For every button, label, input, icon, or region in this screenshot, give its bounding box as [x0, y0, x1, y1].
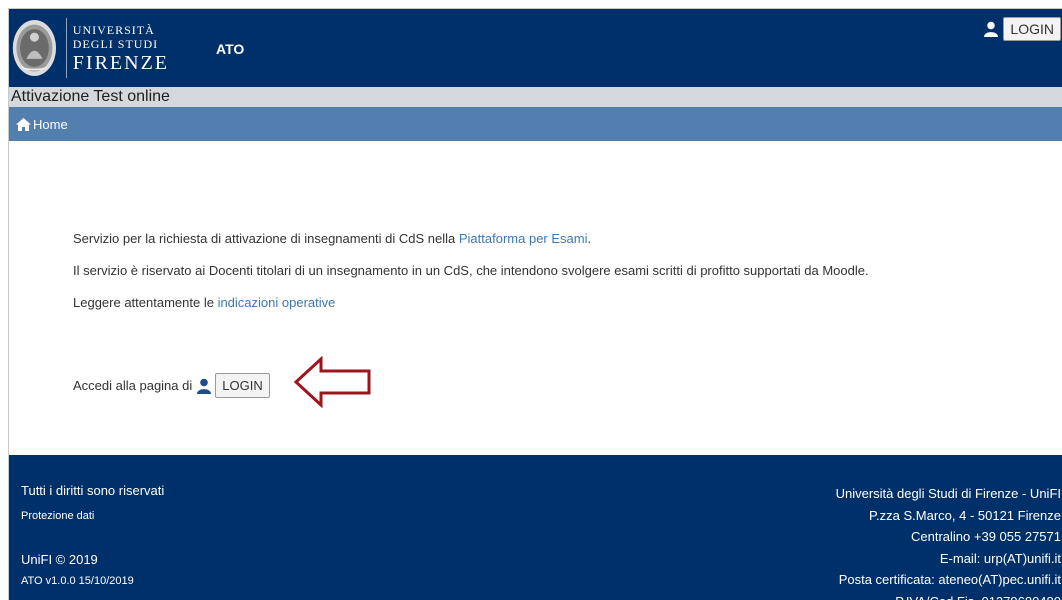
footer-version: ATO v1.0.0 15/10/2019: [21, 575, 134, 587]
home-icon: [16, 117, 31, 131]
home-link[interactable]: Home: [16, 117, 68, 132]
logo-line-1: UNIVERSITÀ: [72, 23, 155, 37]
home-label: Home: [33, 116, 68, 132]
footer: Tutti i diritti sono riservati Protezion…: [9, 455, 1062, 600]
app-name[interactable]: ATO: [216, 41, 244, 57]
breadcrumb: Home: [9, 107, 1062, 141]
logo-divider: [65, 18, 67, 78]
main-content: Servizio per la richiesta di attivazione…: [73, 231, 869, 327]
university-seal-icon: [12, 20, 57, 76]
logo-line-2: DEGLI STUDI: [72, 37, 159, 51]
header-login-button[interactable]: LOGIN: [1003, 17, 1061, 41]
access-text: Accedi alla pagina di: [73, 378, 193, 393]
footer-copyright: UniFI © 2019: [21, 552, 98, 567]
page-subtitle: Attivazione Test online: [9, 87, 1062, 107]
user-icon: [984, 21, 999, 37]
intro-paragraph: Servizio per la richiesta di attivazione…: [73, 231, 869, 246]
footer-email: E-mail: urp(AT)unifi.it: [939, 550, 1061, 566]
footer-university: Università degli Studi di Firenze - UniF…: [835, 486, 1061, 501]
top-login-area: LOGIN: [983, 17, 1061, 41]
piattaforma-link[interactable]: Piattaforma per Esami: [459, 231, 588, 246]
access-row: Accedi alla pagina di LOGIN: [73, 373, 270, 398]
page-frame: UNIVERSITÀ DEGLI STUDI FIRENZE ATO LOGIN…: [8, 8, 1062, 600]
footer-left: Tutti i diritti sono riservati Protezion…: [21, 483, 164, 587]
footer-phone: Centralino +39 055 27571: [911, 529, 1061, 545]
logo-text: UNIVERSITÀ DEGLI STUDI FIRENZE: [73, 23, 169, 73]
user-icon: [197, 378, 212, 394]
footer-pec: Posta certificata: ateneo(AT)pec.unifi.i…: [838, 572, 1061, 588]
intro-text: Servizio per la richiesta di attivazione…: [73, 231, 459, 246]
main-login-button[interactable]: LOGIN: [215, 373, 270, 398]
university-logo[interactable]: UNIVERSITÀ DEGLI STUDI FIRENZE: [9, 9, 169, 87]
read-text: Leggere attentamente le: [73, 295, 218, 310]
red-arrow-left-icon: [293, 356, 371, 408]
logo-line-3: FIRENZE: [72, 52, 169, 74]
intro-end: .: [587, 231, 592, 246]
top-header: UNIVERSITÀ DEGLI STUDI FIRENZE ATO LOGIN: [9, 9, 1062, 87]
footer-right: Università degli Studi di Firenze - UniF…: [836, 483, 1061, 600]
read-paragraph: Leggere attentamente le indicazioni oper…: [73, 295, 869, 310]
indicazioni-link[interactable]: indicazioni operative: [218, 295, 336, 310]
footer-address: P.zza S.Marco, 4 - 50121 Firenze: [869, 507, 1061, 523]
footer-rights: Tutti i diritti sono riservati: [21, 483, 165, 498]
privacy-link[interactable]: Protezione dati: [21, 510, 164, 522]
service-paragraph: Il servizio è riservato ai Docenti titol…: [73, 263, 869, 278]
